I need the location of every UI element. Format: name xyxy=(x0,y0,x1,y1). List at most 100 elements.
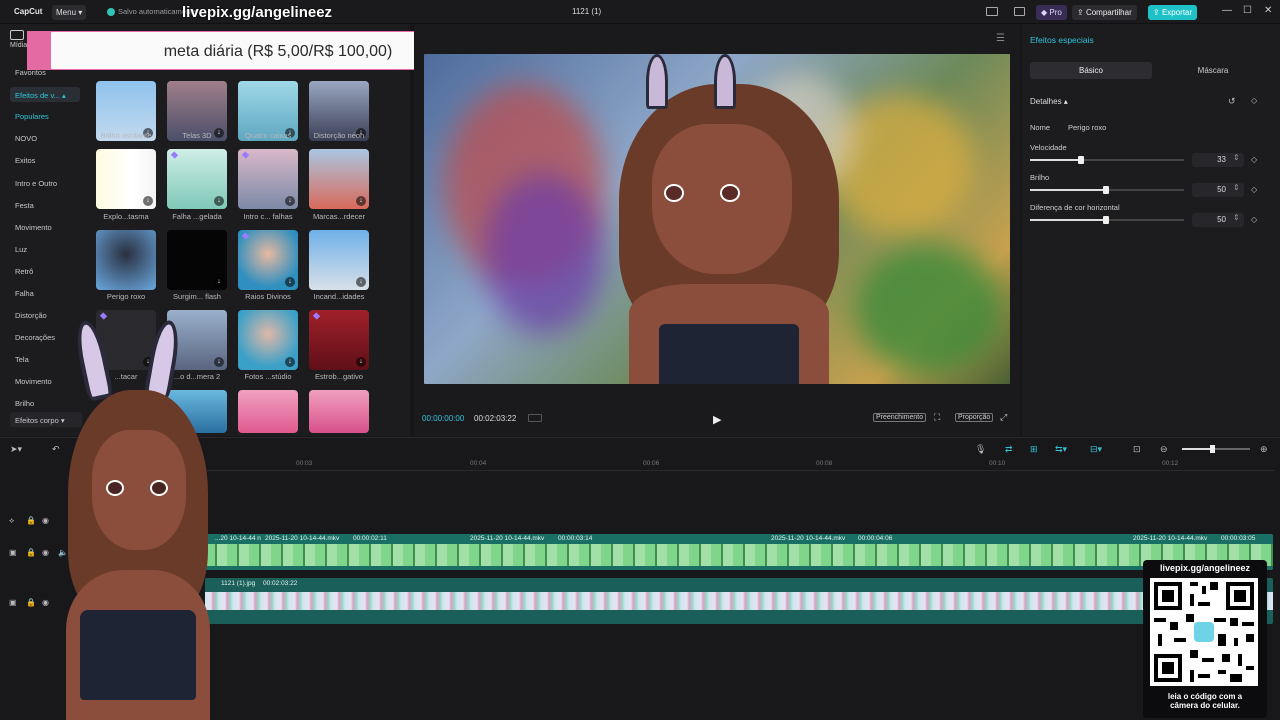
category-distortion[interactable]: Distorção xyxy=(15,311,47,320)
brightness-slider[interactable] xyxy=(1030,186,1184,194)
maximize-icon[interactable]: ☐ xyxy=(1243,5,1252,16)
brightness-keyframe-icon[interactable]: ◇ xyxy=(1251,185,1257,194)
category-intro-outro[interactable]: Intro e Outro xyxy=(15,179,57,188)
effect-thumb[interactable]: ↓ xyxy=(238,149,298,209)
eye-icon[interactable]: ◉ xyxy=(42,548,49,557)
category-video-effects-label: Efeitos de v... xyxy=(15,91,60,100)
tab-mask[interactable]: Máscara xyxy=(1154,62,1272,79)
play-icon[interactable]: ▶ xyxy=(713,413,721,426)
category-glitch[interactable]: Falha xyxy=(15,289,34,298)
background-image-track[interactable]: 1121 (1).jpg 00:02:03:22 xyxy=(205,578,1273,624)
premium-gem-icon xyxy=(99,312,108,320)
effect-thumb[interactable]: ↓ xyxy=(309,310,369,370)
qr-code-graphic xyxy=(1154,582,1254,682)
fill-button[interactable]: Preenchimento xyxy=(873,413,927,422)
lock-icon[interactable]: 🔒 xyxy=(26,598,36,607)
download-icon[interactable]: ↓ xyxy=(356,196,366,206)
effect-thumb[interactable] xyxy=(309,390,369,433)
share-button[interactable]: ⇪ Compartilhar xyxy=(1072,5,1137,20)
hcolor-slider[interactable] xyxy=(1030,216,1184,224)
fullscreen-icon[interactable]: ⤢ xyxy=(1000,412,1007,423)
minimize-icon[interactable]: — xyxy=(1222,5,1232,16)
effect-label: Fotos ...stúdio xyxy=(244,372,292,381)
clip-duration: 00:00:02:11 xyxy=(353,535,387,542)
lock-icon[interactable]: 🔒 xyxy=(26,548,36,557)
details-section[interactable]: Detalhes ▴ xyxy=(1030,97,1068,106)
keyframe-icon[interactable]: ◇ xyxy=(1251,96,1257,105)
effect-thumb[interactable] xyxy=(238,390,298,433)
speed-stepper-icon[interactable]: ⇕ xyxy=(1233,153,1240,162)
timecode-toggle-icon[interactable] xyxy=(528,414,542,422)
export-button[interactable]: ⇪ Exportar xyxy=(1148,5,1198,20)
qr-caption-line2: câmera do celular. xyxy=(1170,701,1240,710)
bunny-ear-left xyxy=(646,54,668,109)
effect-label: Incand...idades xyxy=(313,292,365,301)
shortcut-icon[interactable] xyxy=(1014,7,1025,16)
reset-icon[interactable]: ↺ xyxy=(1228,96,1236,107)
split-icon[interactable]: ⊡ xyxy=(1133,444,1141,455)
clip-name: 2025-11-20 10-14-44.mkv xyxy=(1133,535,1208,542)
menu-button[interactable]: Menu ▾ xyxy=(52,5,87,20)
video-preview[interactable] xyxy=(424,54,1010,384)
download-icon[interactable]: ↓ xyxy=(356,277,366,287)
hcolor-stepper-icon[interactable]: ⇕ xyxy=(1233,213,1240,222)
category-video-effects[interactable]: Efeitos de v... ▴ xyxy=(10,87,80,102)
download-icon[interactable]: ↓ xyxy=(214,196,224,206)
brightness-stepper-icon[interactable]: ⇕ xyxy=(1233,183,1240,192)
zoom-slider[interactable] xyxy=(1182,445,1250,453)
microphone-icon[interactable]: 🎙 xyxy=(975,444,986,455)
link-main-track-icon[interactable]: ⇄ xyxy=(1005,444,1013,455)
pro-button[interactable]: ◆ Pro xyxy=(1036,5,1067,20)
close-icon[interactable]: ✕ xyxy=(1264,5,1272,16)
speed-keyframe-icon[interactable]: ◇ xyxy=(1251,155,1257,164)
effect-thumb[interactable]: ↓ xyxy=(309,230,369,290)
crop-icon[interactable]: ⛶ xyxy=(934,412,940,423)
zoom-out-icon[interactable]: ⊖ xyxy=(1160,444,1168,455)
saved-check-icon xyxy=(107,8,115,16)
category-glow[interactable]: Brilho xyxy=(15,399,34,408)
category-light[interactable]: Luz xyxy=(15,245,27,254)
preview-axis-icon[interactable]: ⊟▾ xyxy=(1090,444,1102,455)
effect-thumb[interactable] xyxy=(96,230,156,290)
tab-basic[interactable]: Básico xyxy=(1030,62,1152,79)
category-movement[interactable]: Movimento xyxy=(15,223,52,232)
effect-thumb[interactable]: ↓ xyxy=(238,310,298,370)
zoom-knob[interactable] xyxy=(1210,445,1215,453)
magnet-icon[interactable]: ⊞ xyxy=(1030,444,1038,455)
download-icon[interactable]: ↓ xyxy=(143,196,153,206)
effect-thumb[interactable]: ↓ xyxy=(167,149,227,209)
category-movement-2[interactable]: Movimento xyxy=(15,377,52,386)
download-icon[interactable]: ↓ xyxy=(285,357,295,367)
effect-thumb[interactable]: ↓ xyxy=(167,230,227,290)
brightness-knob[interactable] xyxy=(1103,186,1109,194)
category-hits[interactable]: Exitos xyxy=(15,156,35,165)
effect-thumb[interactable]: ↓ xyxy=(309,149,369,209)
ratio-button[interactable]: Proporção xyxy=(955,413,994,422)
layout-icon[interactable] xyxy=(986,7,998,16)
category-party[interactable]: Festa xyxy=(15,201,34,210)
select-tool-icon[interactable]: ➤▾ xyxy=(10,444,22,455)
hcolor-keyframe-icon[interactable]: ◇ xyxy=(1251,215,1257,224)
main-video-track[interactable]: ...20 10-14-44 n 2025-11-20 10-14-44.mkv… xyxy=(205,534,1273,570)
player-menu-icon[interactable]: ☰ xyxy=(996,33,1005,44)
download-icon[interactable]: ↓ xyxy=(214,277,224,287)
category-popular[interactable]: Populares xyxy=(15,112,49,121)
speed-knob[interactable] xyxy=(1078,156,1084,164)
download-icon[interactable]: ↓ xyxy=(356,357,366,367)
eye-icon[interactable]: ◉ xyxy=(42,516,49,525)
effect-thumb[interactable]: ↓ xyxy=(96,149,156,209)
category-new[interactable]: NOVO xyxy=(15,134,37,143)
category-retro[interactable]: Retrô xyxy=(15,267,33,276)
category-decorations[interactable]: Decorações xyxy=(15,333,55,342)
category-screen[interactable]: Tela xyxy=(15,355,29,364)
link-icon[interactable]: ⇆▾ xyxy=(1055,444,1067,455)
speed-slider[interactable] xyxy=(1030,156,1184,164)
eye-icon[interactable]: ◉ xyxy=(42,598,49,607)
download-icon[interactable]: ↓ xyxy=(285,196,295,206)
download-icon[interactable]: ↓ xyxy=(285,277,295,287)
effect-thumb[interactable]: ↓ xyxy=(238,230,298,290)
zoom-in-icon[interactable]: ⊕ xyxy=(1260,444,1268,455)
character-top xyxy=(659,324,799,384)
hcolor-knob[interactable] xyxy=(1103,216,1109,224)
lock-icon[interactable]: 🔒 xyxy=(26,516,36,525)
